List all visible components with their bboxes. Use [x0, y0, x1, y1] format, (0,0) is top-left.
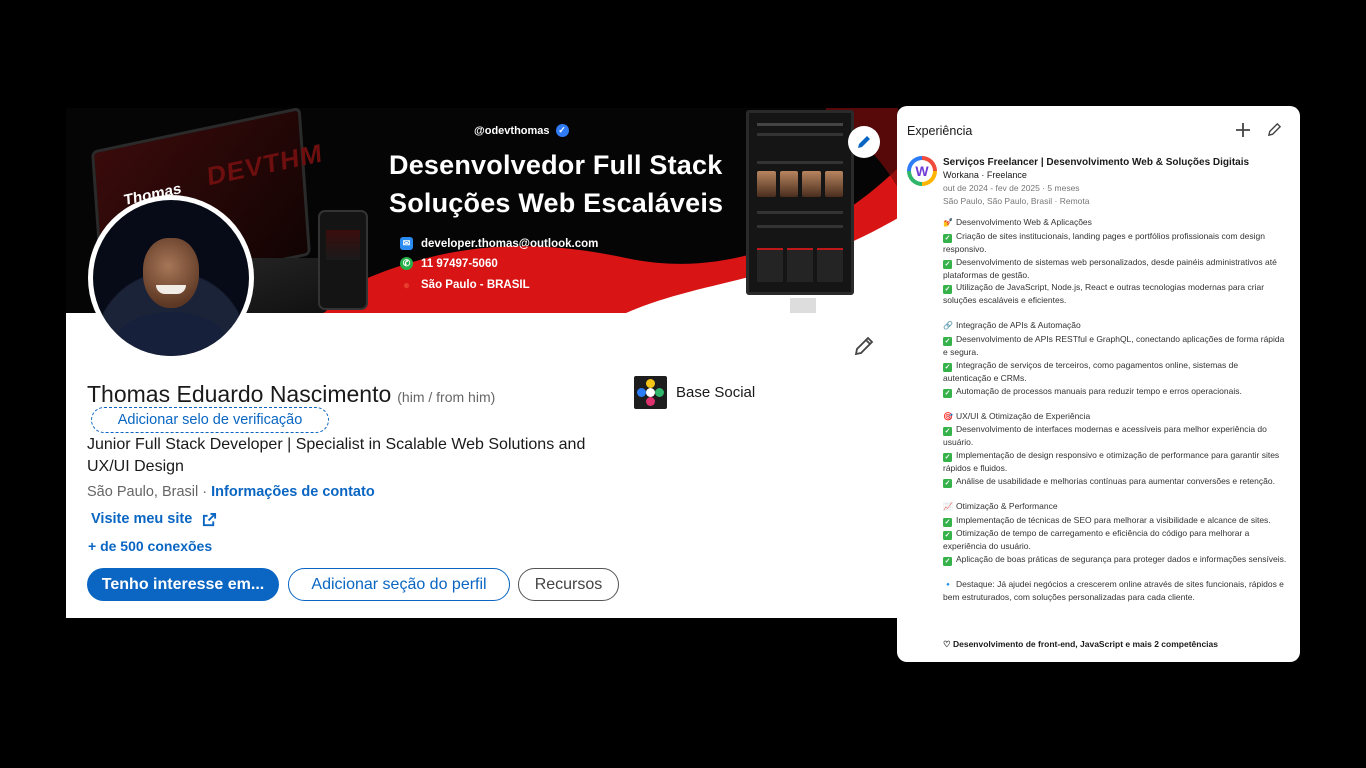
blue-diamond-icon: 🔹 — [943, 579, 953, 589]
check-icon: ✓ — [943, 336, 952, 346]
banner-location: São Paulo - BRASIL — [421, 278, 530, 291]
connections-link[interactable]: + de 500 conexões — [88, 538, 212, 554]
add-profile-section-button[interactable]: Adicionar seção do perfil — [288, 568, 510, 601]
target-icon: 🎯 — [943, 411, 953, 421]
edit-profile-pencil-icon[interactable] — [852, 334, 876, 358]
section-dev-web: 💅 Desenvolvimento Web & Aplicações ✓ Criaç… — [943, 216, 1288, 307]
section-title: UX/UI & Otimização de Experiência — [956, 410, 1091, 421]
profile-card: Thomas Eduardo DEVTHM @odevthomas ✓ Dese… — [66, 108, 898, 618]
experience-location: São Paulo, São Paulo, Brasil · Remota — [943, 196, 1090, 206]
check-icon: ✓ — [943, 530, 952, 540]
link-icon: 🔗 — [943, 321, 953, 331]
list-item: ✓ Desenvolvimento de sistemas web persona… — [943, 256, 1277, 280]
banner-email-row: ✉ developer.thomas@outlook.com — [400, 237, 598, 250]
experience-skills[interactable]: ♡ Desenvolvimento de front-end, JavaScri… — [943, 639, 1218, 650]
experience-description: 💅 Desenvolvimento Web & Aplicações ✓ Criaç… — [943, 216, 1288, 604]
monitor-mockup — [746, 110, 854, 295]
section-title: Desenvolvimento Web & Aplicações — [956, 217, 1092, 227]
banner-phone-row: ✆ 11 97497-5060 — [400, 257, 498, 270]
location-pin-icon: ● — [402, 277, 411, 292]
check-icon: ✓ — [943, 478, 952, 488]
section-apis: 🔗 Integração de APIs & Automação ✓ Desenvo… — [943, 319, 1288, 398]
experience-header: Serviços Freelancer | Desenvolvimento We… — [943, 156, 1288, 208]
list-item: ✓ Otimização de tempo de carregamento e e… — [943, 527, 1250, 551]
check-icon: ✓ — [943, 453, 952, 463]
banner-email: developer.thomas@outlook.com — [421, 237, 599, 250]
section-ux: 🎯 UX/UI & Otimização de Experiência ✓ Dese… — [943, 410, 1288, 488]
banner-handle: @odevthomas ✓ — [474, 124, 569, 137]
company-name: Base Social — [676, 384, 756, 401]
list-item: ✓ Análise de usabilidade e melhorias cont… — [943, 475, 1275, 488]
workana-logo-letter: W — [911, 160, 933, 182]
check-icon: ✓ — [943, 233, 952, 243]
highlight: 🔹 Destaque: Já ajudei negócios a crescere… — [943, 578, 1288, 605]
avatar[interactable] — [88, 195, 254, 361]
banner-phone: 11 97497-5060 — [421, 257, 498, 270]
list-item: ✓ Implementação de técnicas de SEO para m… — [943, 514, 1271, 527]
check-icon: ✓ — [943, 427, 952, 437]
experience-card: Experiência W Serviços Freelancer | Dese… — [897, 106, 1300, 662]
profile-card-body: Thomas Eduardo Nascimento (him / from hi… — [66, 195, 898, 618]
open-to-button[interactable]: Tenho interesse em... — [87, 568, 279, 601]
check-icon: ✓ — [943, 285, 952, 295]
profile-headline: Junior Full Stack Developer | Specialist… — [87, 436, 586, 475]
check-icon: ✓ — [943, 259, 952, 269]
banner-location-row: ● São Paulo - BRASIL — [400, 277, 530, 292]
external-link-icon — [203, 512, 217, 526]
pencil-icon — [858, 136, 870, 148]
verified-check-icon: ✓ — [555, 124, 569, 137]
contact-info-link[interactable]: Informações de contato — [211, 484, 375, 500]
current-company[interactable]: Base Social — [634, 376, 755, 409]
gem-icon: ♡ — [943, 639, 953, 649]
list-item: ✓ Implementação de design responsivo e ot… — [943, 450, 1280, 474]
website-label: Visite meu site — [91, 511, 193, 527]
section-performance: 📈 Otimização & Performance ✓ Implementação… — [943, 500, 1288, 566]
list-item: ✓ Aplicação de boas práticas de segurança… — [943, 553, 1287, 566]
add-experience-plus-icon[interactable] — [1234, 121, 1252, 139]
chart-up-icon: 📈 — [943, 501, 953, 511]
add-verification-button[interactable]: Adicionar selo de verificação — [91, 407, 329, 433]
company-logo — [634, 376, 667, 409]
check-icon: ✓ — [943, 362, 952, 372]
list-item: ✓ Utilização de JavaScript, Node.js, Reac… — [943, 282, 1265, 306]
profile-pronouns: (him / from him) — [397, 389, 496, 405]
check-icon: ✓ — [943, 388, 952, 398]
resources-button[interactable]: Recursos — [518, 568, 619, 601]
banner-headline-line1: Desenvolvedor Full Stack — [389, 150, 723, 180]
check-icon: ✓ — [943, 517, 952, 527]
list-item: ✓ Automação de processos manuais para red… — [943, 385, 1242, 398]
mail-icon: ✉ — [400, 237, 413, 250]
edit-experience-pencil-icon[interactable] — [1267, 122, 1282, 137]
list-item: ✓ Desenvolvimento de interfaces modernas … — [943, 424, 1267, 448]
website-link[interactable]: Visite meu site — [91, 511, 217, 527]
location-separator: · — [198, 484, 212, 500]
screen: Thomas Eduardo DEVTHM @odevthomas ✓ Dese… — [0, 0, 1366, 768]
workana-logo: W — [907, 156, 937, 186]
experience-title: Experiência — [907, 124, 973, 138]
phone-mockup — [318, 210, 368, 310]
profile-location-row: São Paulo, Brasil · Informações de conta… — [87, 484, 375, 500]
nail-polish-icon: 💅 — [943, 218, 953, 227]
list-item: ✓ Criação de sites institucionais, landin… — [943, 230, 1266, 254]
check-icon: ✓ — [943, 556, 952, 566]
section-title: Integração de APIs & Automação — [956, 320, 1081, 331]
skills-text: Desenvolvimento de front-end, JavaScript… — [952, 639, 1218, 649]
experience-dates: out de 2024 - fev de 2025 · 5 meses — [943, 183, 1080, 193]
experience-company: Workana · Freelance — [943, 170, 1027, 180]
highlight-text: Destaque: Já ajudei negócios a crescerem… — [943, 578, 1284, 603]
section-title: Otimização & Performance — [956, 500, 1058, 511]
profile-location: São Paulo, Brasil — [87, 484, 199, 500]
monitor-stand — [790, 298, 816, 313]
banner-handle-text: @odevthomas — [474, 124, 550, 137]
profile-name: Thomas Eduardo Nascimento — [87, 381, 392, 407]
banner-headline-line2: Soluções Web Escaláveis — [389, 188, 724, 218]
whatsapp-icon: ✆ — [400, 257, 413, 270]
edit-banner-button[interactable] — [848, 126, 880, 158]
name-row: Thomas Eduardo Nascimento (him / from hi… — [87, 381, 495, 408]
list-item: ✓ Integração de serviços de terceiros, co… — [943, 359, 1239, 383]
list-item: ✓ Desenvolvimento de APIs RESTful e Graph… — [943, 333, 1285, 357]
experience-role[interactable]: Serviços Freelancer | Desenvolvimento We… — [943, 156, 1288, 169]
